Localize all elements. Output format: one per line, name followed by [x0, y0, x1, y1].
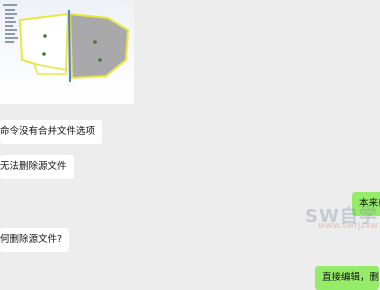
message-text: 无法删除源文件 — [0, 161, 67, 172]
message-text: 命令没有合并文件选项 — [0, 126, 96, 137]
chat-bubble-received[interactable]: 命令没有合并文件选项 — [0, 120, 103, 144]
cad-screenshot-thumbnail — [0, 0, 134, 104]
message-text: 直接编辑，删 — [322, 272, 380, 283]
chat-bubble-received[interactable]: 无法删除源文件 — [0, 155, 74, 179]
chat-bubble-received[interactable]: 何删除源文件? — [0, 228, 70, 252]
message-text: 何删除源文件? — [0, 234, 63, 245]
watermark-url: www.swrjzxw. — [318, 221, 380, 231]
cad-screenshot-image-message[interactable] — [0, 0, 134, 104]
chat-bubble-sent[interactable]: 直接编辑，删 — [315, 266, 380, 290]
